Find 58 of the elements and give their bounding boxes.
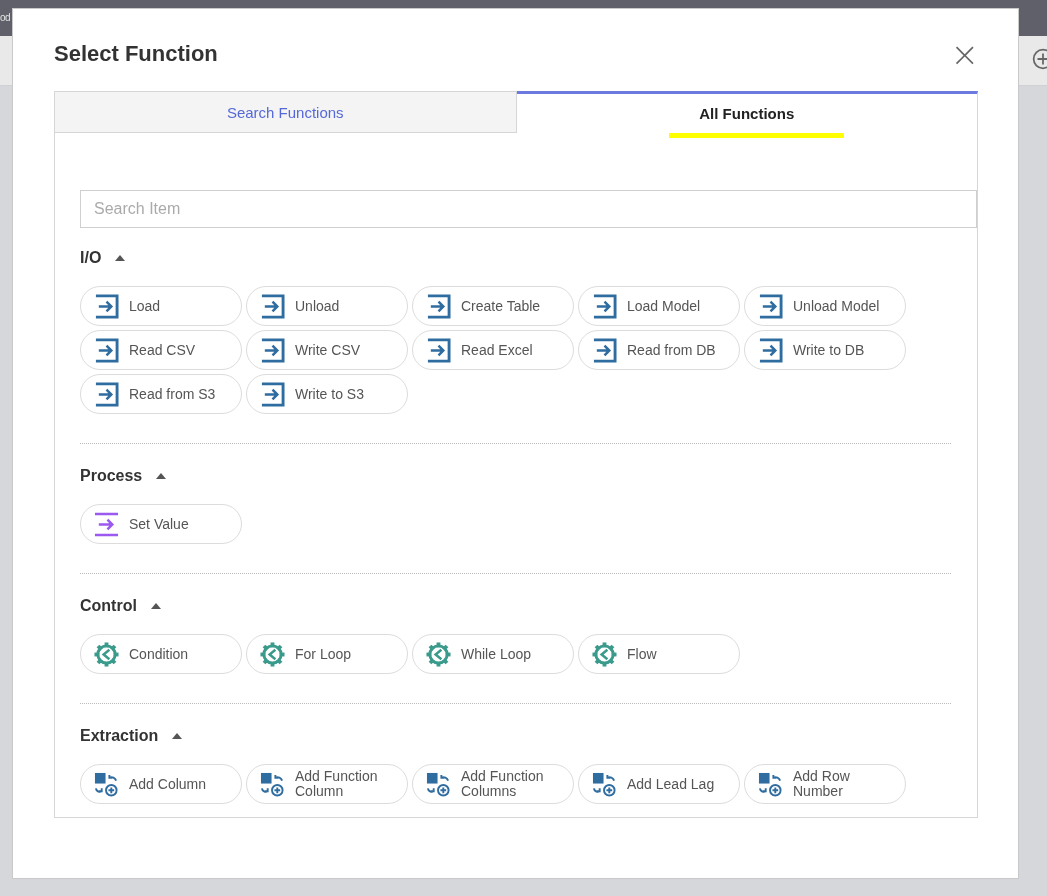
function-chip[interactable]: Create Table bbox=[412, 286, 574, 326]
arrow-into-box-icon bbox=[426, 337, 451, 363]
section-title[interactable]: Extraction bbox=[80, 727, 159, 745]
caret-icon[interactable] bbox=[115, 255, 126, 261]
function-chip[interactable]: Unload bbox=[246, 286, 408, 326]
function-chip[interactable]: Add Function Column bbox=[246, 764, 408, 804]
function-chip[interactable]: Write to DB bbox=[744, 330, 906, 370]
add-column-icon bbox=[426, 771, 451, 797]
gear-icon bbox=[94, 641, 119, 667]
gear-icon bbox=[592, 641, 617, 667]
function-chip[interactable]: Write to S3 bbox=[246, 374, 408, 414]
add-column-icon bbox=[758, 771, 783, 797]
add-column-icon bbox=[260, 771, 285, 797]
close-button[interactable]: × bbox=[950, 40, 979, 68]
function-chip[interactable]: Write CSV bbox=[246, 330, 408, 370]
function-chip[interactable]: Set Value bbox=[80, 504, 242, 544]
arrow-into-box-icon bbox=[260, 337, 285, 363]
tab-label: od bbox=[0, 11, 11, 23]
tab[interactable]: Search Functions bbox=[54, 91, 517, 133]
arrow-into-box-icon bbox=[260, 381, 285, 407]
section-title[interactable]: Process bbox=[80, 467, 143, 485]
caret-icon[interactable] bbox=[172, 733, 183, 739]
add-column-icon bbox=[94, 771, 119, 797]
dialog-title: Select Function bbox=[54, 40, 218, 67]
function-chip[interactable]: Load bbox=[80, 286, 242, 326]
arrow-into-box-icon bbox=[758, 337, 783, 363]
function-chip[interactable]: Add Column bbox=[80, 764, 242, 804]
section-title[interactable]: I/O bbox=[80, 249, 102, 267]
function-chip[interactable]: Add Function Columns bbox=[412, 764, 574, 804]
function-chip[interactable]: Read from S3 bbox=[80, 374, 242, 414]
arrow-between-lines-icon bbox=[94, 511, 119, 537]
tab[interactable]: All Functions bbox=[516, 91, 978, 133]
function-chip[interactable]: Read CSV bbox=[80, 330, 242, 370]
function-chip[interactable]: Load Model bbox=[578, 286, 740, 326]
function-chip[interactable]: Flow bbox=[578, 634, 740, 674]
function-chip[interactable]: Read from DB bbox=[578, 330, 740, 370]
arrow-into-box-icon bbox=[94, 293, 119, 319]
arrow-into-box-icon bbox=[94, 381, 119, 407]
arrow-into-box-icon bbox=[592, 337, 617, 363]
arrow-into-box-icon bbox=[94, 337, 119, 363]
gear-icon bbox=[260, 641, 285, 667]
arrow-into-box-icon bbox=[260, 293, 285, 319]
function-chip[interactable]: Add Row Number bbox=[744, 764, 906, 804]
search-field[interactable]: Search Item bbox=[80, 190, 977, 228]
function-chip[interactable]: For Loop bbox=[246, 634, 408, 674]
caret-icon[interactable] bbox=[150, 603, 161, 609]
arrow-into-box-icon bbox=[758, 293, 783, 319]
function-chip[interactable]: Read Excel bbox=[412, 330, 574, 370]
arrow-into-box-icon bbox=[426, 293, 451, 319]
gear-icon bbox=[426, 641, 451, 667]
arrow-into-box-icon bbox=[592, 293, 617, 319]
function-chip[interactable]: While Loop bbox=[412, 634, 574, 674]
function-chip[interactable]: Condition bbox=[80, 634, 242, 674]
function-chip[interactable]: Unload Model bbox=[744, 286, 906, 326]
section-title[interactable]: Control bbox=[80, 597, 137, 615]
caret-icon[interactable] bbox=[156, 473, 167, 479]
function-chip[interactable]: Add Lead Lag bbox=[578, 764, 740, 804]
add-column-icon bbox=[592, 771, 617, 797]
